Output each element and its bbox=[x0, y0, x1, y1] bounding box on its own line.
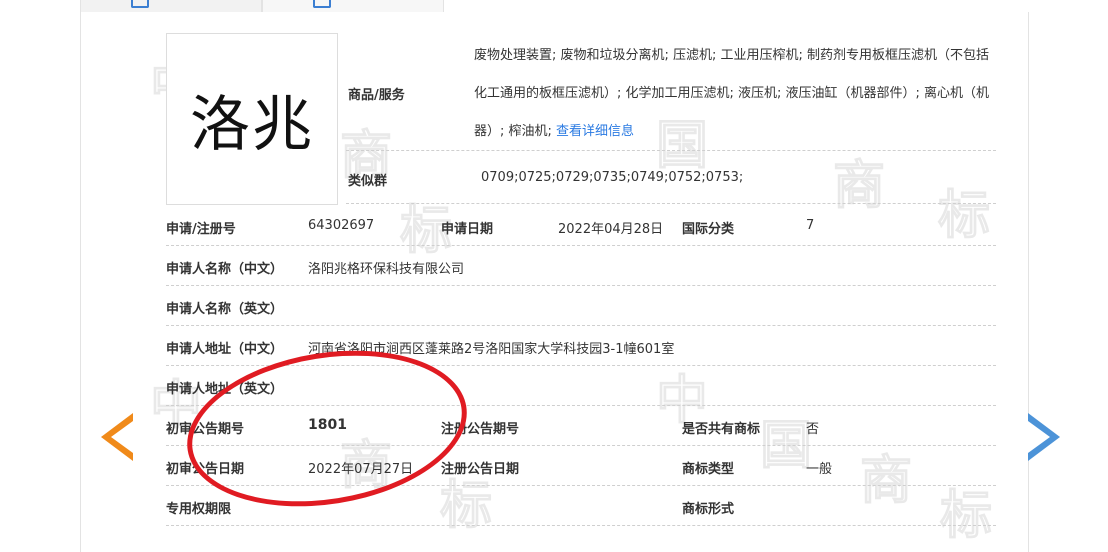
prelim-date-value: 2022年07月27日 bbox=[308, 462, 414, 477]
reg-pub-date-label: 注册公告日期 bbox=[441, 462, 520, 477]
prelim-no-label: 初审公告期号 bbox=[166, 422, 245, 437]
intl-class-label: 国际分类 bbox=[682, 222, 735, 237]
applicant-en-label: 申请人名称（英文） bbox=[166, 302, 284, 317]
document-icon bbox=[131, 0, 149, 8]
app-date-label: 申请日期 bbox=[441, 222, 494, 237]
address-en-label: 申请人地址（英文） bbox=[166, 382, 284, 397]
shared-trademark-value: 否 bbox=[806, 422, 820, 437]
trademark-form-label: 商标形式 bbox=[682, 502, 735, 517]
list-icon bbox=[313, 0, 331, 8]
reg-pub-no-label: 注册公告期号 bbox=[441, 422, 520, 437]
watermark-char: 标 bbox=[939, 486, 993, 546]
similar-group-label: 类似群 bbox=[348, 174, 388, 189]
goods-text: 废物处理装置; 废物和垃圾分离机; 压滤机; 工业用压榨机; 制药剂专用板框压滤… bbox=[474, 37, 998, 151]
similar-group-value: 0709;0725;0729;0735;0749;0752;0753; bbox=[481, 170, 744, 185]
prelim-date-label: 初审公告日期 bbox=[166, 462, 245, 477]
trademark-type-value: 一般 bbox=[806, 462, 833, 477]
goods-label: 商品/服务 bbox=[348, 88, 405, 103]
trademark-logo-text: 洛兆 bbox=[190, 89, 314, 160]
shared-trademark-label: 是否共有商标 bbox=[682, 422, 761, 437]
divider bbox=[166, 485, 996, 486]
divider bbox=[346, 203, 996, 204]
reg-no-value: 64302697 bbox=[308, 218, 375, 233]
divider bbox=[166, 325, 996, 326]
prelim-no-value: 1801 bbox=[308, 417, 347, 433]
watermark-char: 标 bbox=[937, 186, 991, 246]
app-date-value: 2022年04月28日 bbox=[558, 222, 664, 237]
reg-no-label: 申请/注册号 bbox=[166, 222, 236, 237]
divider bbox=[166, 245, 996, 246]
goods-list: 废物处理装置; 废物和垃圾分离机; 压滤机; 工业用压榨机; 制药剂专用板框压滤… bbox=[474, 48, 990, 139]
exclusive-period-label: 专用权期限 bbox=[166, 502, 232, 517]
watermark-char: 国 bbox=[759, 416, 813, 476]
divider bbox=[166, 405, 996, 406]
view-details-link[interactable]: 查看详细信息 bbox=[556, 124, 634, 139]
divider bbox=[346, 150, 996, 151]
applicant-cn-value: 洛阳兆格环保科技有限公司 bbox=[308, 262, 465, 277]
applicant-cn-label: 申请人名称（中文） bbox=[166, 262, 284, 277]
watermark-char: 商 bbox=[832, 156, 886, 216]
trademark-image: 洛兆 bbox=[166, 33, 338, 205]
divider bbox=[166, 525, 996, 526]
address-cn-label: 申请人地址（中文） bbox=[166, 342, 284, 357]
prev-arrow-icon[interactable] bbox=[101, 413, 133, 461]
address-cn-value: 河南省洛阳市涧西区蓬莱路2号洛阳国家大学科技园3-1幢601室 bbox=[308, 342, 675, 357]
divider bbox=[166, 365, 996, 366]
trademark-type-label: 商标类型 bbox=[682, 462, 735, 477]
watermark-char: 商 bbox=[859, 451, 913, 511]
next-arrow-icon[interactable] bbox=[1028, 413, 1060, 461]
intl-class-value: 7 bbox=[806, 218, 815, 233]
divider bbox=[166, 285, 996, 286]
divider bbox=[166, 445, 996, 446]
